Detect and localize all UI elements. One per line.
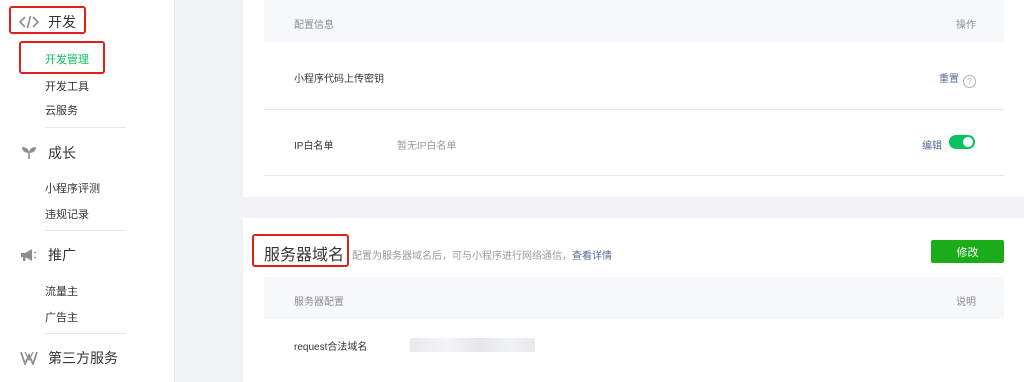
megaphone-icon [18,246,40,264]
sidebar-section-label: 推广 [48,247,76,263]
config-table-header: 配置信息 操作 [264,0,1004,42]
row-divider [264,109,1004,110]
sidebar-section-third-party[interactable]: 第三方服务 [18,346,118,370]
edit-ip-link[interactable]: 编辑 [922,137,942,152]
sidebar-item-advertiser[interactable]: 广告主 [45,309,78,325]
view-details-link[interactable]: 查看详情 [572,251,612,262]
sidebar-divider [45,333,126,334]
third-party-icon [18,349,40,367]
config-header-action: 操作 [956,20,976,31]
sprout-icon [18,144,40,162]
highlight-box [9,6,86,34]
redacted-domain [410,338,535,352]
help-icon[interactable]: ? [963,75,976,88]
server-table-header: 服务器配置 说明 [264,277,1004,319]
row-divider [264,175,1004,176]
sidebar: 开发 开发管理 开发工具 云服务 成长 小程序评测 违规记录 推广 流量主 广告… [0,0,175,382]
sidebar-item-dev-tools[interactable]: 开发工具 [45,78,89,94]
sidebar-section-label: 成长 [48,145,76,161]
config-header-name: 配置信息 [294,20,334,31]
sidebar-section-label: 第三方服务 [48,350,118,366]
ip-whitelist-toggle[interactable] [949,135,975,149]
reset-key-link[interactable]: 重置? [939,70,976,88]
highlight-box [19,41,105,74]
server-domain-desc-text: 配置为服务器域名后，可与小程序进行网络通信， [352,251,572,262]
modify-button[interactable]: 修改 [931,240,1004,263]
sidebar-item-cloud-service[interactable]: 云服务 [45,102,78,118]
sidebar-item-traffic-owner[interactable]: 流量主 [45,283,78,299]
ip-whitelist-label: IP白名单 [294,141,334,152]
sidebar-item-evaluation[interactable]: 小程序评测 [45,180,100,196]
server-domain-desc: 配置为服务器域名后，可与小程序进行网络通信，查看详情 [352,247,612,262]
upload-key-label: 小程序代码上传密钥 [294,74,384,85]
reset-key-label[interactable]: 重置 [939,74,959,85]
server-header-desc: 说明 [956,297,976,308]
sidebar-section-growth[interactable]: 成长 [18,141,76,165]
sidebar-section-promotion[interactable]: 推广 [18,243,76,267]
request-domain-label: request合法域名 [294,342,368,353]
sidebar-divider [45,127,126,128]
ip-whitelist-value: 暂无IP白名单 [397,141,457,152]
sidebar-divider [45,230,126,231]
highlight-box [252,234,349,267]
sidebar-item-violations[interactable]: 违规记录 [45,206,89,222]
server-header-config: 服务器配置 [294,297,344,308]
